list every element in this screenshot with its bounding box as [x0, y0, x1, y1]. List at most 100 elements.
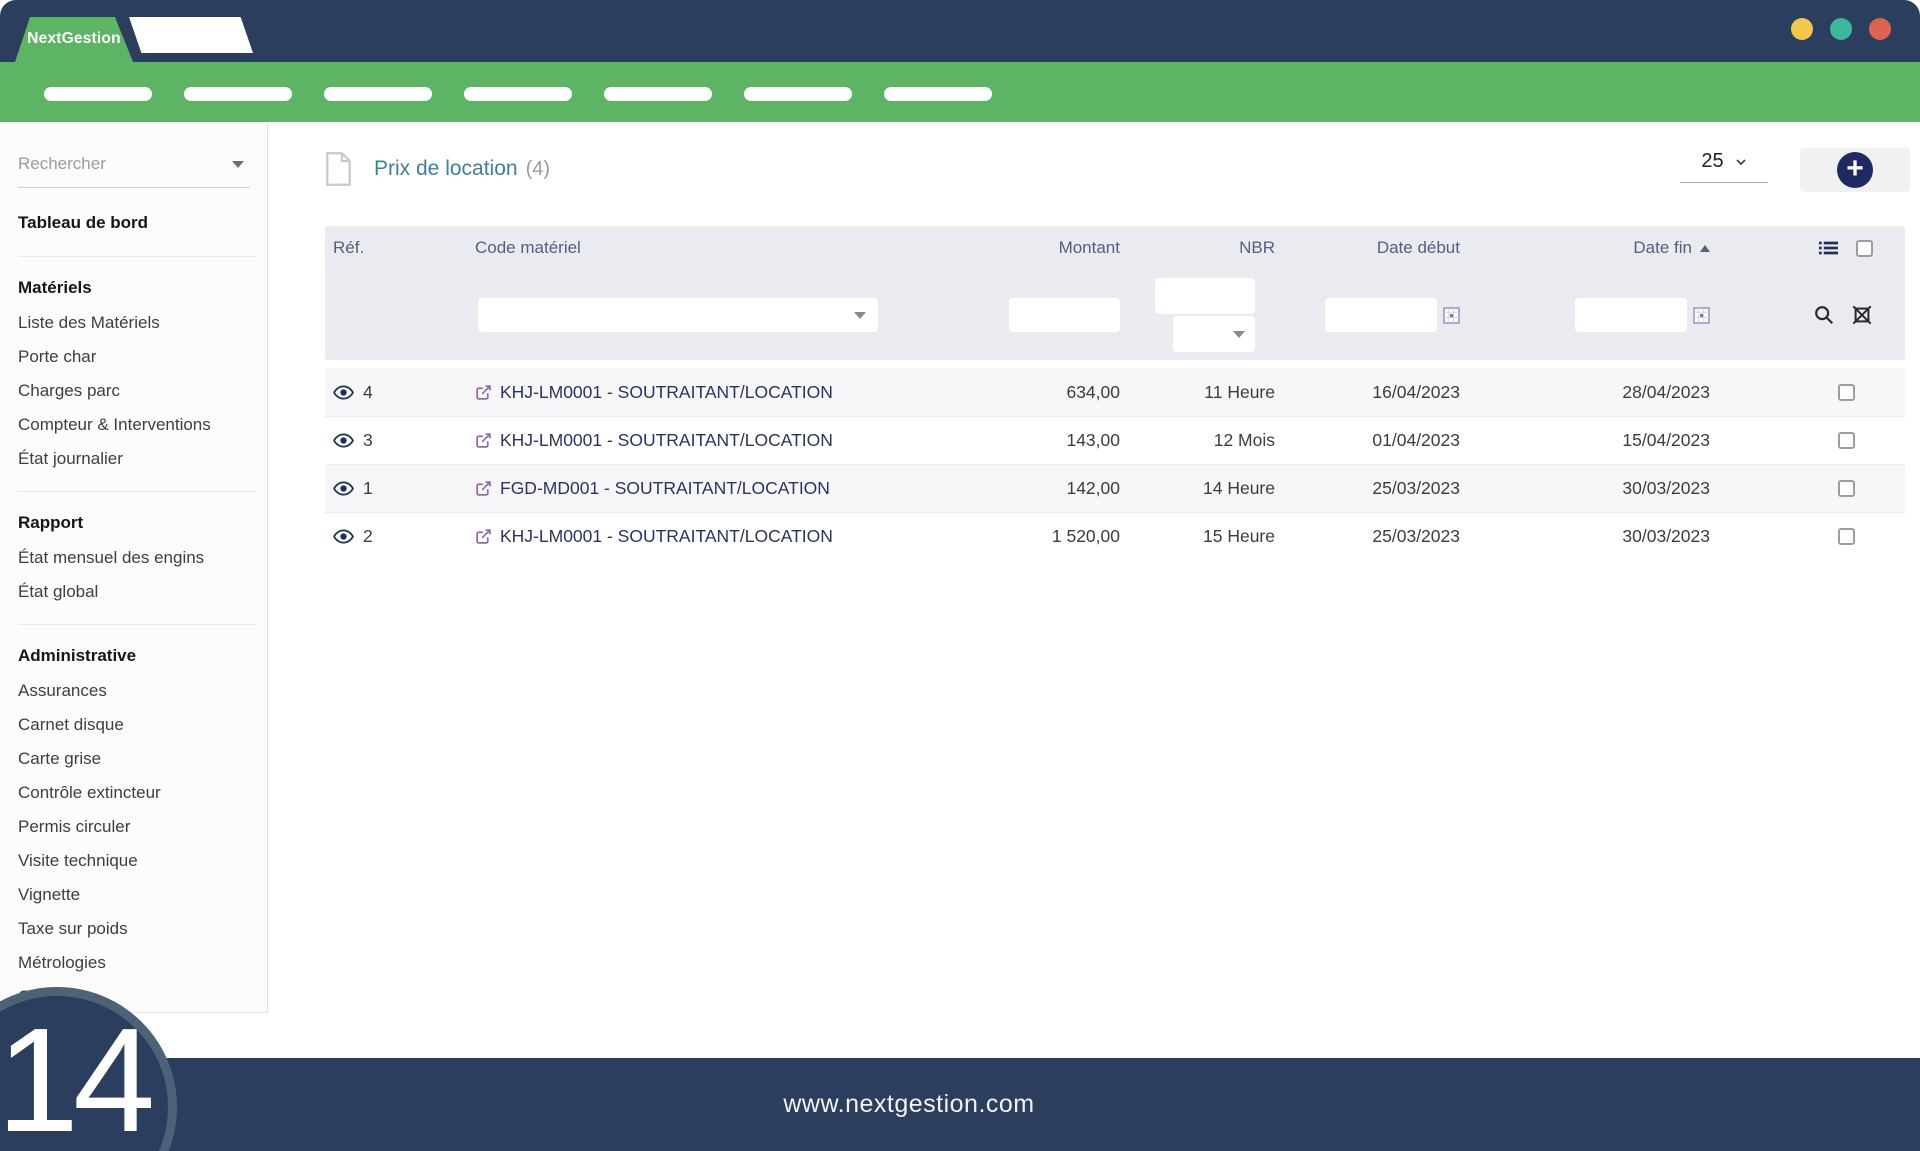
- sidebar-item[interactable]: Liste des Matériels: [18, 306, 257, 340]
- material-code-link[interactable]: KHJ-LM0001 - SOUTRAITANT/LOCATION: [475, 430, 833, 451]
- view-record-action[interactable]: 1: [333, 478, 373, 499]
- montant-value: 634,00: [1066, 382, 1120, 403]
- badge-number: 14: [0, 1007, 149, 1151]
- sidebar-item[interactable]: Charges parc: [18, 374, 257, 408]
- filter-date-fin-input[interactable]: [1575, 298, 1687, 332]
- footer-url: www.nextgestion.com: [783, 1090, 1034, 1119]
- column-header-code[interactable]: Code matériel: [475, 226, 895, 270]
- montant-value: 1 520,00: [1052, 526, 1120, 547]
- sidebar-item[interactable]: Porte char: [18, 340, 257, 374]
- date-debut-value: 25/03/2023: [1372, 478, 1460, 499]
- select-all-checkbox[interactable]: [1856, 240, 1873, 257]
- material-code-label: FGD-MD001 - SOUTRAITANT/LOCATION: [500, 478, 830, 499]
- view-record-action[interactable]: 2: [333, 526, 373, 547]
- sidebar-section-title[interactable]: Rapport: [18, 505, 257, 541]
- sidebar-item[interactable]: Vignette: [18, 878, 257, 912]
- material-code-label: KHJ-LM0001 - SOUTRAITANT/LOCATION: [500, 526, 833, 547]
- sidebar-item[interactable]: État mensuel des engins: [18, 541, 257, 575]
- column-header-date-debut[interactable]: Date début: [1275, 226, 1485, 270]
- sidebar-item[interactable]: Assurances: [18, 674, 257, 708]
- nav-menu-item-placeholder[interactable]: [324, 87, 432, 101]
- sidebar-section-title[interactable]: Administrative: [18, 638, 257, 674]
- eye-icon[interactable]: [333, 433, 354, 448]
- sidebar-section-title[interactable]: Tableau de bord: [18, 205, 257, 241]
- sidebar-item[interactable]: Permis circuler: [18, 810, 257, 844]
- nav-menu-item-placeholder[interactable]: [464, 87, 572, 101]
- sidebar: Rechercher Tableau de bord Matériels Lis…: [0, 122, 268, 1013]
- date-fin-value: 28/04/2023: [1622, 382, 1710, 403]
- external-link-icon: [475, 528, 492, 545]
- sidebar-section: Tableau de bord: [18, 192, 257, 256]
- filter-montant-input[interactable]: [1009, 298, 1120, 332]
- clear-search-icon[interactable]: [1851, 304, 1873, 326]
- nav-menu-item-placeholder[interactable]: [744, 87, 852, 101]
- row-checkbox[interactable]: [1838, 480, 1855, 497]
- row-checkbox[interactable]: [1838, 528, 1855, 545]
- row-checkbox[interactable]: [1838, 432, 1855, 449]
- page-title: Prix de location: [374, 157, 518, 181]
- date-debut-value: 16/04/2023: [1372, 382, 1460, 403]
- search-icon[interactable]: [1813, 304, 1835, 326]
- material-code-link[interactable]: KHJ-LM0001 - SOUTRAITANT/LOCATION: [475, 382, 833, 403]
- nav-menu-item-placeholder[interactable]: [184, 87, 292, 101]
- sidebar-section: Rapport État mensuel des enginsÉtat glob…: [18, 491, 257, 624]
- page-size-value: 25: [1701, 150, 1723, 173]
- table-row: 3 KHJ-LM0001 - SOUTRAITANT/LOCATION 143,…: [325, 416, 1905, 464]
- eye-icon[interactable]: [333, 385, 354, 400]
- sidebar-search-input[interactable]: Rechercher: [18, 148, 250, 188]
- filter-date-debut-input[interactable]: [1325, 298, 1437, 332]
- column-header-date-fin[interactable]: Date fin: [1485, 226, 1720, 270]
- sidebar-item[interactable]: Compteur & Interventions: [18, 408, 257, 442]
- calendar-icon[interactable]: [1443, 307, 1460, 324]
- nav-menu-item-placeholder[interactable]: [604, 87, 712, 101]
- montant-value: 142,00: [1066, 478, 1120, 499]
- sidebar-item[interactable]: Taxe sur poids: [18, 912, 257, 946]
- eye-icon[interactable]: [333, 481, 354, 496]
- view-record-action[interactable]: 4: [333, 382, 373, 403]
- nav-menu-item-placeholder[interactable]: [884, 87, 992, 101]
- column-header-montant[interactable]: Montant: [895, 226, 1120, 270]
- filter-code-select[interactable]: [478, 298, 878, 332]
- sidebar-item[interactable]: Carnet disque: [18, 708, 257, 742]
- nbr-value: 15 Heure: [1203, 526, 1275, 547]
- sidebar-item[interactable]: Contrôle extincteur: [18, 776, 257, 810]
- material-code-link[interactable]: FGD-MD001 - SOUTRAITANT/LOCATION: [475, 478, 830, 499]
- sidebar-section: Matériels Liste des MatérielsPorte charC…: [18, 256, 257, 491]
- filter-nbr-unit-select[interactable]: [1173, 316, 1255, 352]
- window-control-minimize-icon[interactable]: [1791, 18, 1813, 40]
- date-fin-value: 30/03/2023: [1622, 526, 1710, 547]
- sidebar-section: Administrative AssurancesCarnet disqueCa…: [18, 624, 257, 1029]
- record-count: (4): [526, 158, 550, 181]
- sidebar-section-items: État mensuel des enginsÉtat global: [18, 541, 257, 609]
- sidebar-item[interactable]: Métrologies: [18, 946, 257, 980]
- row-checkbox[interactable]: [1838, 384, 1855, 401]
- column-header-nbr[interactable]: NBR: [1120, 226, 1275, 270]
- sidebar-section-title[interactable]: Matériels: [18, 270, 257, 306]
- material-code-label: KHJ-LM0001 - SOUTRAITANT/LOCATION: [500, 382, 833, 403]
- window-control-close-icon[interactable]: [1869, 18, 1891, 40]
- add-record-button[interactable]: +: [1837, 152, 1873, 188]
- brand-logo: NextGestion: [15, 17, 133, 62]
- external-link-icon: [475, 480, 492, 497]
- column-header-ref[interactable]: Réf.: [325, 226, 475, 270]
- ref-value: 2: [363, 526, 373, 547]
- footer: www.nextgestion.com: [0, 1058, 1920, 1151]
- window-header: NextGestion: [0, 0, 1920, 62]
- sidebar-item[interactable]: Visite technique: [18, 844, 257, 878]
- chevron-down-icon: [1233, 331, 1245, 338]
- page-size-select[interactable]: 25: [1680, 150, 1768, 183]
- material-code-link[interactable]: KHJ-LM0001 - SOUTRAITANT/LOCATION: [475, 526, 833, 547]
- nav-menu-item-placeholder[interactable]: [44, 87, 152, 101]
- calendar-icon[interactable]: [1693, 307, 1710, 324]
- sidebar-item[interactable]: État global: [18, 575, 257, 609]
- window-control-maximize-icon[interactable]: [1830, 18, 1852, 40]
- table-row: 2 KHJ-LM0001 - SOUTRAITANT/LOCATION 1 52…: [325, 512, 1905, 560]
- sidebar-item[interactable]: État journalier: [18, 442, 257, 476]
- filter-nbr-input[interactable]: [1155, 278, 1255, 314]
- main-nav-bar: [0, 62, 1920, 122]
- nav-menu-placeholders: [44, 87, 992, 101]
- eye-icon[interactable]: [333, 529, 354, 544]
- list-view-icon[interactable]: [1819, 239, 1838, 257]
- view-record-action[interactable]: 3: [333, 430, 373, 451]
- sidebar-item[interactable]: Carte grise: [18, 742, 257, 776]
